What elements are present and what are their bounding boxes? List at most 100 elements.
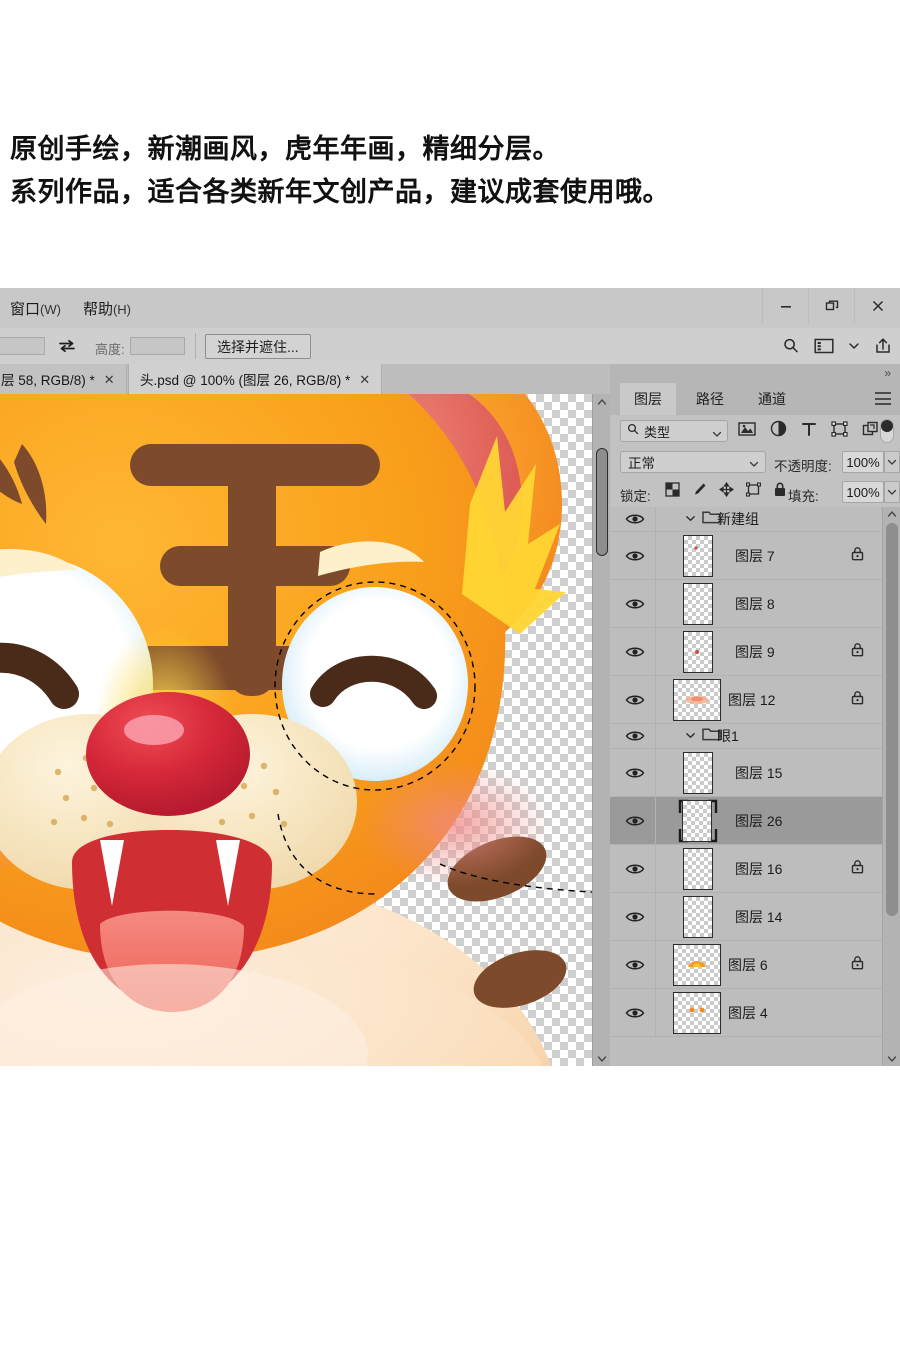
canvas-area[interactable] xyxy=(0,394,610,1066)
layer-name[interactable]: 图层 9 xyxy=(735,642,775,662)
layers-vertical-scrollbar[interactable] xyxy=(882,507,900,1066)
chevron-down-icon[interactable] xyxy=(749,456,759,471)
eye-icon[interactable] xyxy=(622,690,648,710)
layer-row[interactable]: 图层 8 xyxy=(610,580,882,628)
layer-name[interactable]: 图层 12 xyxy=(728,690,775,710)
filter-toggle[interactable] xyxy=(880,419,894,443)
menu-item-help[interactable]: 帮助(H) xyxy=(83,298,131,319)
chevron-down-icon[interactable] xyxy=(848,341,860,351)
eye-icon[interactable] xyxy=(622,763,648,783)
lock-transparency-icon[interactable] xyxy=(665,482,680,502)
layer-name[interactable]: 图层 15 xyxy=(735,763,782,783)
group-header[interactable] xyxy=(685,726,721,746)
collapse-panels-icon[interactable]: » xyxy=(884,366,891,380)
width-input[interactable] xyxy=(0,337,45,355)
layer-row[interactable]: 图层 4 xyxy=(610,989,882,1037)
layer-row[interactable]: 图层 15 xyxy=(610,749,882,797)
layer-name[interactable]: 图层 16 xyxy=(735,859,782,879)
lock-icon[interactable] xyxy=(851,955,864,974)
layer-row[interactable]: 图层 9 xyxy=(610,628,882,676)
shape-layer-icon[interactable] xyxy=(831,420,848,442)
document-tab-2[interactable]: 头.psd @ 100% (图层 26, RGB/8) * ✕ xyxy=(128,364,383,394)
eye-icon[interactable] xyxy=(622,955,648,975)
fill-input[interactable]: 100% xyxy=(842,481,884,503)
layer-thumbnail[interactable] xyxy=(683,534,713,577)
layer-name[interactable]: 图层 14 xyxy=(735,907,782,927)
layer-thumbnail[interactable] xyxy=(683,582,713,625)
scroll-down-icon[interactable] xyxy=(593,1051,610,1066)
opacity-chevron-down-icon[interactable] xyxy=(884,451,900,473)
layer-thumbnail[interactable] xyxy=(683,847,713,890)
layer-row-group[interactable]: 新建组 xyxy=(610,507,882,532)
layer-name[interactable]: 图层 7 xyxy=(735,546,775,566)
tab-layers[interactable]: 图层 xyxy=(620,383,676,415)
hamburger-menu-icon[interactable] xyxy=(875,392,891,405)
canvas-scroll-thumb[interactable] xyxy=(596,448,608,556)
fill-chevron-down-icon[interactable] xyxy=(884,481,900,503)
lock-all-icon[interactable] xyxy=(773,482,787,502)
layer-row[interactable]: 图层 6 xyxy=(610,941,882,989)
layer-name[interactable]: 图层 6 xyxy=(728,955,768,975)
share-icon[interactable] xyxy=(874,337,892,355)
lock-position-icon[interactable] xyxy=(718,481,735,502)
layer-row[interactable]: 图层 16 xyxy=(610,845,882,893)
layer-name[interactable]: 图层 4 xyxy=(728,1003,768,1023)
lock-icon[interactable] xyxy=(851,642,864,661)
eye-icon[interactable] xyxy=(622,1003,648,1023)
layer-thumbnail[interactable] xyxy=(673,991,721,1034)
layer-thumbnail[interactable] xyxy=(682,799,712,842)
select-and-mask-button[interactable]: 选择并遮住... xyxy=(205,334,311,359)
adjustment-layer-icon[interactable] xyxy=(770,420,787,442)
layer-thumbnail[interactable] xyxy=(683,630,713,673)
close-button[interactable] xyxy=(854,288,900,324)
workspace-icon[interactable] xyxy=(814,338,834,354)
tab-channels[interactable]: 通道 xyxy=(744,383,800,415)
layer-row-selected[interactable]: 图层 26 xyxy=(610,797,882,845)
height-input[interactable] xyxy=(130,337,185,355)
eye-icon[interactable] xyxy=(622,546,648,566)
close-icon[interactable]: ✕ xyxy=(104,373,115,386)
layers-scroll-thumb[interactable] xyxy=(886,523,898,916)
pixel-layer-icon[interactable] xyxy=(738,421,756,442)
layer-row-group[interactable]: 眼1 xyxy=(610,724,882,749)
eye-icon[interactable] xyxy=(622,509,648,529)
chevron-down-icon[interactable] xyxy=(712,425,722,443)
type-layer-icon[interactable] xyxy=(801,421,817,442)
layer-thumbnail[interactable] xyxy=(673,943,721,986)
restore-button[interactable] xyxy=(808,288,854,324)
filter-type-select[interactable]: 类型 xyxy=(620,420,728,442)
layer-name[interactable]: 新建组 xyxy=(717,509,759,529)
lock-pixels-icon[interactable] xyxy=(692,482,707,502)
opacity-input[interactable]: 100% xyxy=(842,451,884,473)
eye-icon[interactable] xyxy=(622,726,648,746)
layer-list[interactable]: 新建组 图层 7 图层 8 图层 9 图层 12 眼1 图层 15 图层 26 … xyxy=(610,507,882,1066)
eye-icon[interactable] xyxy=(622,907,648,927)
scroll-down-icon[interactable] xyxy=(883,1052,900,1066)
group-header[interactable] xyxy=(685,509,721,529)
layer-thumbnail[interactable] xyxy=(683,895,713,938)
layer-row[interactable]: 图层 7 xyxy=(610,532,882,580)
lock-icon[interactable] xyxy=(851,546,864,565)
chevron-down-icon[interactable] xyxy=(685,727,696,745)
eye-icon[interactable] xyxy=(622,594,648,614)
search-icon[interactable] xyxy=(782,337,800,355)
tab-paths[interactable]: 路径 xyxy=(682,383,738,415)
lock-icon[interactable] xyxy=(851,859,864,878)
scroll-up-icon[interactable] xyxy=(593,394,610,409)
layer-name[interactable]: 图层 8 xyxy=(735,594,775,614)
layer-name[interactable]: 眼1 xyxy=(717,726,739,746)
layer-name[interactable]: 图层 26 xyxy=(735,811,782,831)
menu-item-window[interactable]: 窗口(W) xyxy=(10,298,61,319)
layer-thumbnail[interactable] xyxy=(673,678,721,721)
close-icon[interactable]: ✕ xyxy=(359,373,370,386)
minimize-button[interactable] xyxy=(762,288,808,324)
layer-row[interactable]: 图层 12 xyxy=(610,676,882,724)
canvas-vertical-scrollbar[interactable] xyxy=(592,394,610,1066)
lock-artboard-icon[interactable] xyxy=(745,482,762,502)
scroll-up-icon[interactable] xyxy=(883,507,900,521)
layer-thumbnail[interactable] xyxy=(683,751,713,794)
document-tab-1[interactable]: 层 58, RGB/8) * ✕ xyxy=(0,364,127,394)
smart-object-icon[interactable] xyxy=(862,421,879,442)
eye-icon[interactable] xyxy=(622,859,648,879)
lock-icon[interactable] xyxy=(851,690,864,709)
